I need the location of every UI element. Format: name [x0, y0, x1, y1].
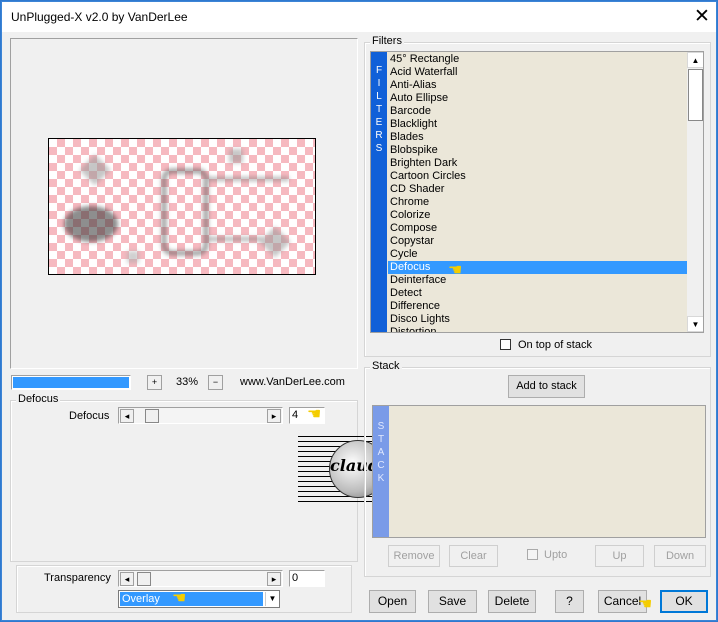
- filters-scrollbar[interactable]: ▲ ▼: [687, 52, 703, 332]
- filters-group-label: Filters: [370, 35, 404, 47]
- filters-side-letters: FILTERS: [371, 64, 387, 155]
- stack-side-letter: C: [377, 460, 385, 471]
- stack-side-bar: STACK: [373, 406, 389, 537]
- pointing-hand-icon: ☚: [172, 590, 187, 607]
- filters-side-letter: E: [375, 117, 383, 128]
- scroll-up-icon[interactable]: ▲: [687, 52, 703, 68]
- upto-label: Upto: [544, 549, 568, 561]
- scroll-down-icon[interactable]: ▼: [687, 316, 703, 332]
- open-button[interactable]: Open: [369, 590, 416, 613]
- transparency-label: Transparency: [44, 572, 111, 584]
- stack-side-letters: STACK: [373, 420, 389, 485]
- down-button[interactable]: Down: [654, 545, 706, 567]
- ok-button[interactable]: OK: [660, 590, 708, 613]
- defocus-slider[interactable]: ◂ ▸: [118, 407, 283, 424]
- transparency-value-input[interactable]: 0: [289, 570, 325, 587]
- filter-list-item[interactable]: Deinterface: [390, 274, 446, 287]
- on-top-of-stack-checkbox[interactable]: [500, 339, 511, 350]
- filter-list-item[interactable]: CD Shader: [390, 183, 444, 196]
- transparency-slider-right-arrow[interactable]: ▸: [267, 572, 281, 586]
- progress-bar: [11, 375, 131, 390]
- filter-list-item[interactable]: Difference: [390, 300, 440, 313]
- preview-effect-shapes: [64, 149, 291, 263]
- close-icon[interactable]: ✕: [690, 5, 714, 29]
- filter-list-item[interactable]: Disco Lights: [390, 313, 450, 326]
- filter-list-item[interactable]: Colorize: [390, 209, 430, 222]
- blend-mode-select[interactable]: Overlay ▼: [118, 590, 280, 608]
- filters-list: 45° Rectangle Acid Waterfall Anti-Alias Aut…: [387, 53, 687, 332]
- filter-list-item[interactable]: Detect: [390, 287, 422, 300]
- filters-side-letter: F: [375, 65, 383, 76]
- blend-mode-selected: Overlay: [120, 592, 263, 606]
- filter-list-item[interactable]: Copystar: [390, 235, 434, 248]
- stack-group-label: Stack: [370, 360, 402, 372]
- filter-list-item[interactable]: Cycle: [390, 248, 418, 261]
- delete-button[interactable]: Delete: [488, 590, 536, 613]
- save-button[interactable]: Save: [428, 590, 477, 613]
- pointing-hand-icon: ☚: [307, 406, 322, 423]
- defocus-param-label: Defocus: [69, 410, 110, 422]
- zoom-out-button[interactable]: −: [208, 375, 223, 390]
- filter-list-item[interactable]: Distortion: [390, 326, 436, 332]
- preview-panel: [10, 38, 358, 369]
- transparency-slider-thumb[interactable]: [137, 572, 151, 586]
- filter-list-item[interactable]: 45° Rectangle: [390, 53, 459, 66]
- progress-fill: [13, 377, 129, 388]
- filters-side-letter: R: [375, 130, 383, 141]
- pointing-hand-icon: ☚: [638, 596, 653, 613]
- upto-checkbox[interactable]: [527, 549, 538, 560]
- filters-side-letter: S: [375, 143, 383, 154]
- stack-side-letter: K: [377, 473, 385, 484]
- filter-list-item[interactable]: Chrome: [390, 196, 429, 209]
- help-button[interactable]: ?: [555, 590, 584, 613]
- plugin-window: UnPlugged-X v2.0 by VanDerLee ✕ + 33% − …: [1, 1, 717, 621]
- blend-dropdown-arrow-icon[interactable]: ▼: [265, 592, 279, 606]
- filter-list-item[interactable]: Compose: [390, 222, 437, 235]
- filters-side-bar: FILTERS: [371, 52, 387, 332]
- zoom-value: 33%: [176, 376, 199, 388]
- clear-button[interactable]: Clear: [449, 545, 498, 567]
- add-to-stack-button[interactable]: Add to stack: [508, 375, 585, 398]
- defocus-slider-thumb[interactable]: [145, 409, 159, 423]
- transparency-slider[interactable]: ◂ ▸: [118, 570, 283, 587]
- filters-side-letter: I: [377, 78, 381, 89]
- filter-list-item[interactable]: Barcode: [390, 105, 431, 118]
- vanderlee-link[interactable]: www.VanDerLee.com: [240, 376, 345, 388]
- stack-side-letter: A: [377, 447, 385, 458]
- defocus-group-label: Defocus: [16, 393, 61, 405]
- stack-side-letter: T: [377, 434, 385, 445]
- filters-side-letter: L: [376, 91, 382, 102]
- stack-side-letter: S: [377, 421, 385, 432]
- up-button[interactable]: Up: [595, 545, 644, 567]
- stack-listbox[interactable]: STACK: [372, 405, 706, 538]
- defocus-slider-right-arrow[interactable]: ▸: [267, 409, 281, 423]
- filter-list-item[interactable]: Auto Ellipse: [390, 92, 448, 105]
- filters-listbox[interactable]: FILTERS 45° Rectangle Acid Waterfall Anti-…: [370, 51, 704, 333]
- preview-image[interactable]: [48, 138, 316, 275]
- zoom-in-button[interactable]: +: [147, 375, 162, 390]
- filter-list-item[interactable]: Blacklight: [390, 118, 437, 131]
- filter-list-item[interactable]: Blades: [390, 131, 424, 144]
- window-title: UnPlugged-X v2.0 by VanDerLee: [11, 10, 188, 24]
- filter-list-item[interactable]: Acid Waterfall: [390, 66, 457, 79]
- on-top-of-stack-label: On top of stack: [518, 339, 592, 351]
- filter-list-item[interactable]: Anti-Alias: [390, 79, 436, 92]
- filter-list-item[interactable]: Defocus: [388, 261, 687, 274]
- filter-list-item[interactable]: Blobspike: [390, 144, 438, 157]
- transparency-slider-left-arrow[interactable]: ◂: [120, 572, 134, 586]
- scroll-thumb[interactable]: [688, 69, 703, 121]
- remove-button[interactable]: Remove: [388, 545, 440, 567]
- filter-list-item[interactable]: Cartoon Circles: [390, 170, 466, 183]
- filter-list-item[interactable]: Brighten Dark: [390, 157, 457, 170]
- pointing-hand-icon: ☚: [448, 262, 463, 279]
- title-bar: UnPlugged-X v2.0 by VanDerLee ✕: [2, 2, 716, 32]
- filters-side-letter: T: [375, 104, 383, 115]
- defocus-slider-left-arrow[interactable]: ◂: [120, 409, 134, 423]
